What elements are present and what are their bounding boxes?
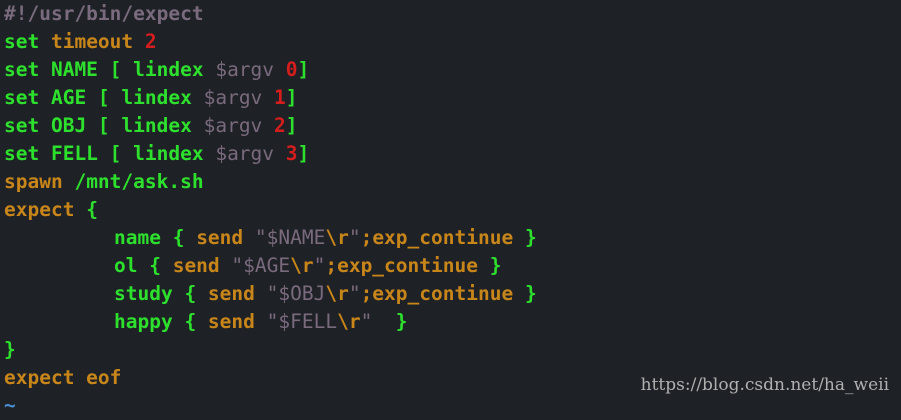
- code-token: ": [348, 282, 361, 305]
- code-line: set OBJ [ lindex $argv 2]: [4, 112, 298, 140]
- code-token: ]: [285, 86, 298, 109]
- code-token: expect: [4, 198, 87, 221]
- code-token: ]: [297, 142, 310, 165]
- code-line: expect {: [4, 196, 98, 224]
- code-token: ol {: [114, 254, 173, 277]
- code-token: set OBJ [ lindex: [4, 114, 204, 137]
- code-token: $argv: [215, 142, 286, 165]
- code-token: ]: [297, 58, 310, 81]
- code-token: \r: [290, 254, 314, 277]
- code-token: ": [348, 226, 361, 249]
- code-token: happy {: [114, 310, 208, 333]
- code-token: 3: [285, 142, 298, 165]
- code-line: set AGE [ lindex $argv 1]: [4, 84, 298, 112]
- code-token: }: [372, 310, 408, 333]
- code-token: "$NAME: [254, 226, 326, 249]
- code-token: ": [313, 254, 326, 277]
- code-line: happy { send "$FELL\r" }: [4, 308, 408, 336]
- code-token: send: [207, 282, 267, 305]
- code-token: "$OBJ: [266, 282, 326, 305]
- code-token: ;exp_continue: [325, 254, 490, 277]
- code-token: "$AGE: [231, 254, 291, 277]
- code-token: expect eof: [4, 366, 122, 389]
- code-line: }: [4, 336, 16, 364]
- code-token: set NAME [ lindex: [4, 58, 216, 81]
- code-line: #!/usr/bin/expect: [4, 0, 204, 28]
- code-token: timeout: [50, 30, 145, 53]
- code-token: ~: [4, 394, 16, 417]
- terminal-editor[interactable]: #!/usr/bin/expect set timeout 2 set NAME […: [0, 0, 901, 417]
- code-token: set AGE [ lindex: [4, 86, 204, 109]
- code-line: set FELL [ lindex $argv 3]: [4, 140, 309, 168]
- code-token: }: [489, 254, 502, 277]
- code-token: 1: [274, 86, 286, 109]
- code-token: \r: [325, 282, 349, 305]
- code-token: #!/usr/bin/expect: [4, 2, 204, 25]
- code-token: {: [86, 198, 98, 221]
- code-token: send: [196, 226, 255, 249]
- code-line: spawn /mnt/ask.sh: [4, 168, 204, 196]
- code-token: 0: [285, 58, 298, 81]
- code-token: $argv: [215, 58, 286, 81]
- code-token: 2: [274, 114, 286, 137]
- code-token: study {: [114, 282, 208, 305]
- code-token: send: [172, 254, 232, 277]
- code-token: ]: [285, 114, 298, 137]
- code-line: set timeout 2: [4, 28, 157, 56]
- code-token: send: [207, 310, 267, 333]
- code-token: 2: [144, 30, 157, 53]
- code-token: \r: [325, 226, 349, 249]
- code-token: name {: [114, 226, 197, 249]
- code-token: set: [4, 30, 51, 53]
- code-line: name { send "$NAME\r";exp_continue }: [4, 224, 537, 252]
- code-token: }: [4, 338, 16, 361]
- code-token: ;exp_continue: [360, 282, 525, 305]
- code-token: ": [360, 310, 373, 333]
- code-line: study { send "$OBJ\r";exp_continue }: [4, 280, 537, 308]
- code-line: expect eof: [4, 364, 121, 392]
- code-token: "$FELL: [266, 310, 338, 333]
- code-line: ol { send "$AGE\r";exp_continue }: [4, 252, 501, 280]
- code-token: $argv: [203, 114, 275, 137]
- code-token: spawn: [4, 170, 75, 193]
- code-token: set FELL [ lindex: [4, 142, 216, 165]
- code-token: $argv: [203, 86, 275, 109]
- code-line: ~: [4, 392, 16, 420]
- code-token: }: [524, 282, 537, 305]
- code-token: }: [524, 226, 537, 249]
- code-token: ;exp_continue: [360, 226, 525, 249]
- watermark-text: https://blog.csdn.net/ha_weii: [640, 375, 889, 395]
- code-token: \r: [337, 310, 361, 333]
- code-line: set NAME [ lindex $argv 0]: [4, 56, 309, 84]
- code-token: /mnt/ask.sh: [74, 170, 204, 193]
